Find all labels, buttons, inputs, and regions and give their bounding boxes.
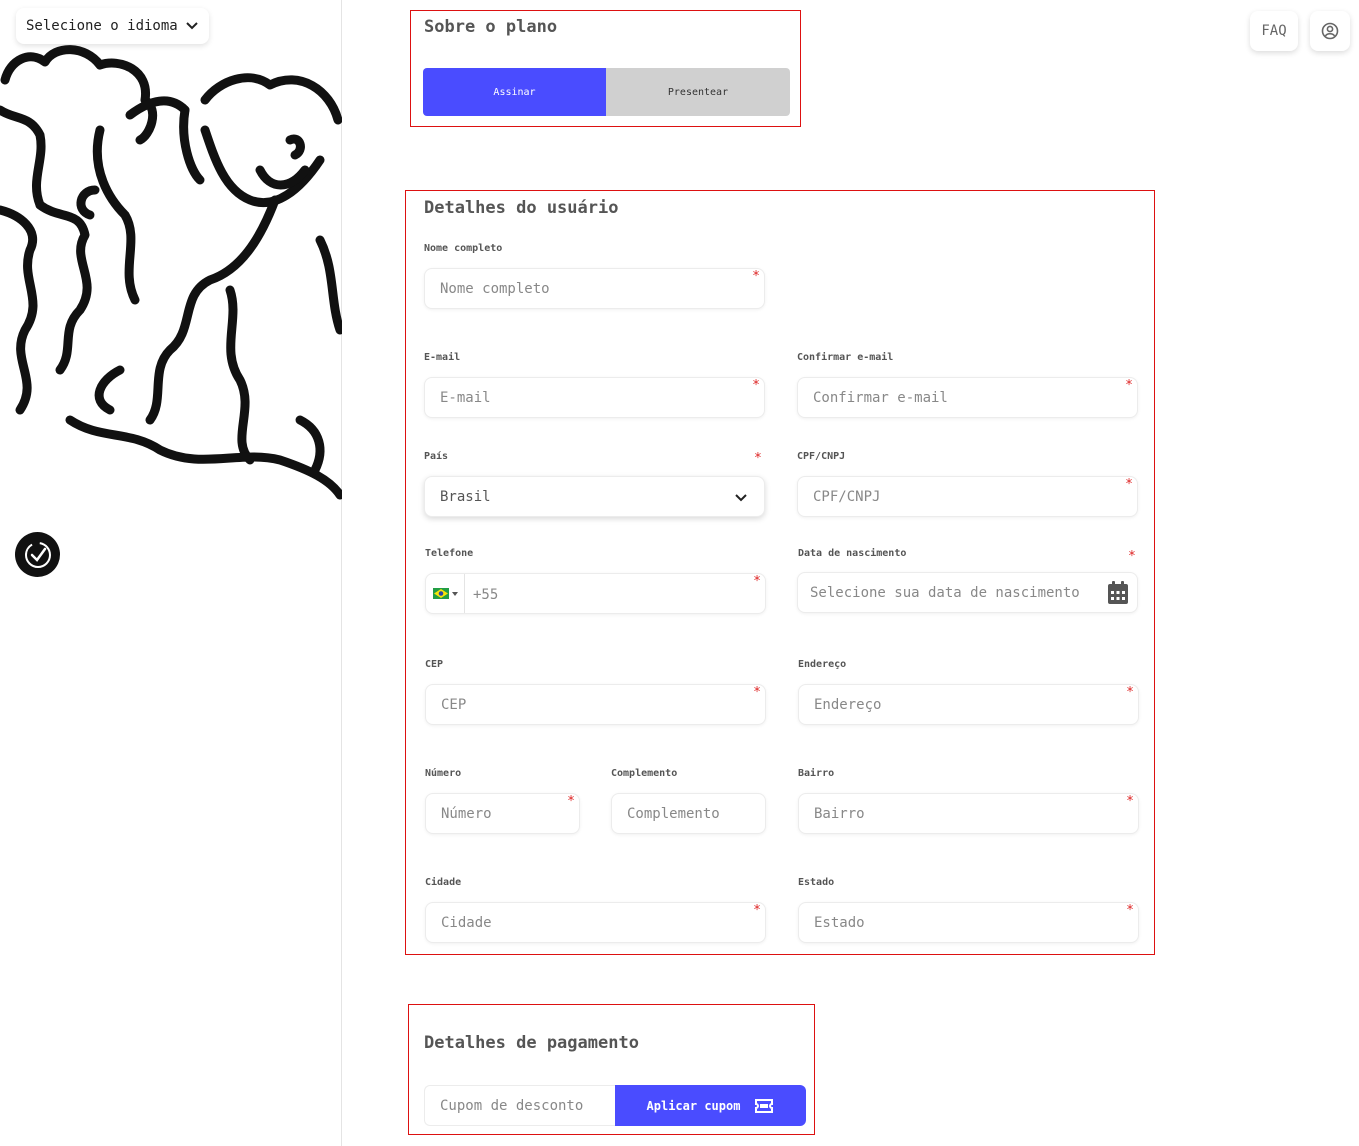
number-field[interactable]: Número * — [425, 793, 580, 834]
number-label: Número — [425, 768, 462, 779]
complement-field[interactable]: Complemento — [611, 793, 766, 834]
city-placeholder: Cidade — [441, 914, 492, 931]
cep-label: CEP — [425, 659, 444, 670]
confirm-email-placeholder: Confirmar e-mail — [813, 389, 948, 406]
required-mark: * — [1126, 685, 1134, 700]
payment-section: Detalhes de pagamento Cupom de desconto … — [408, 1004, 815, 1135]
faq-button[interactable]: FAQ — [1250, 11, 1298, 51]
required-mark: * — [1128, 549, 1136, 564]
email-field[interactable]: E-mail * — [424, 377, 765, 418]
payment-title: Detalhes de pagamento — [424, 1033, 639, 1053]
country-code-selector[interactable] — [426, 574, 465, 613]
city-field[interactable]: Cidade * — [425, 902, 766, 943]
coupon-input[interactable]: Cupom de desconto — [424, 1085, 616, 1126]
user-details-title: Detalhes do usuário — [424, 198, 619, 218]
phone-value: +55 — [473, 587, 499, 603]
language-selector[interactable]: Selecione o idioma — [16, 8, 209, 44]
language-selector-label: Selecione o idioma — [26, 18, 178, 34]
address-placeholder: Endereço — [814, 696, 882, 713]
phone-field[interactable]: +55 * — [425, 573, 766, 614]
address-field[interactable]: Endereço * — [798, 684, 1139, 725]
plan-title: Sobre o plano — [424, 17, 558, 37]
brazil-flag-icon — [432, 588, 449, 599]
required-mark: * — [753, 903, 761, 918]
document-field[interactable]: CPF/CNPJ * — [797, 476, 1138, 517]
email-label: E-mail — [424, 352, 461, 363]
state-field[interactable]: Estado * — [798, 902, 1139, 943]
user-account-button[interactable] — [1310, 11, 1350, 51]
calendar-icon[interactable] — [1107, 581, 1129, 605]
district-field[interactable]: Bairro * — [798, 793, 1139, 834]
caret-down-icon — [451, 591, 458, 596]
cep-placeholder: CEP — [441, 696, 467, 713]
required-mark: * — [754, 451, 762, 466]
birth-date-placeholder: Selecione sua data de nascimento — [810, 584, 1080, 601]
district-placeholder: Bairro — [814, 805, 865, 822]
full-name-placeholder: Nome completo — [440, 280, 550, 297]
birth-date-field[interactable]: Selecione sua data de nascimento — [797, 572, 1138, 613]
state-label: Estado — [798, 877, 835, 888]
checklist-badge-icon[interactable] — [15, 532, 60, 577]
complement-label: Complemento — [611, 768, 678, 779]
required-mark: * — [753, 574, 761, 589]
full-name-label: Nome completo — [424, 243, 503, 254]
number-placeholder: Número — [441, 805, 492, 822]
required-mark: * — [752, 269, 760, 284]
confirm-email-label: Confirmar e-mail — [797, 352, 894, 363]
phone-label: Telefone — [425, 548, 474, 559]
required-mark: * — [752, 378, 760, 393]
required-mark: * — [753, 685, 761, 700]
cep-field[interactable]: CEP * — [425, 684, 766, 725]
document-label: CPF/CNPJ — [797, 451, 846, 462]
illustration — [0, 45, 342, 500]
apply-coupon-label: Aplicar cupom — [646, 1098, 741, 1113]
email-placeholder: E-mail — [440, 389, 491, 406]
required-mark: * — [567, 794, 575, 809]
plan-option-presentear[interactable]: Presentear — [606, 68, 790, 116]
city-label: Cidade — [425, 877, 462, 888]
user-details-section: Detalhes do usuário Nome completo Nome c… — [405, 190, 1155, 955]
apply-coupon-button[interactable]: Aplicar cupom — [615, 1085, 806, 1126]
ticket-icon — [755, 1098, 774, 1113]
document-placeholder: CPF/CNPJ — [813, 488, 881, 505]
country-value: Brasil — [440, 488, 491, 505]
state-placeholder: Estado — [814, 914, 865, 931]
user-circle-icon — [1321, 22, 1339, 40]
full-name-field[interactable]: Nome completo * — [424, 268, 765, 309]
country-label: País — [424, 451, 449, 462]
checklist-icon — [24, 541, 51, 568]
required-mark: * — [1126, 903, 1134, 918]
plan-option-assinar[interactable]: Assinar — [423, 68, 606, 116]
required-mark: * — [1125, 477, 1133, 492]
confirm-email-field[interactable]: Confirmar e-mail * — [797, 377, 1138, 418]
country-select[interactable]: Brasil — [424, 476, 765, 517]
chevron-down-icon — [735, 494, 747, 502]
coupon-placeholder: Cupom de desconto — [440, 1097, 584, 1114]
birth-date-label: Data de nascimento — [798, 548, 907, 559]
district-label: Bairro — [798, 768, 835, 779]
complement-placeholder: Complemento — [627, 805, 720, 822]
chevron-down-icon — [186, 22, 198, 30]
left-panel: Selecione o idioma — [0, 0, 342, 1146]
required-mark: * — [1126, 794, 1134, 809]
plan-section: Sobre o plano Assinar Presentear — [410, 10, 801, 127]
address-label: Endereço — [798, 659, 847, 670]
required-mark: * — [1125, 378, 1133, 393]
